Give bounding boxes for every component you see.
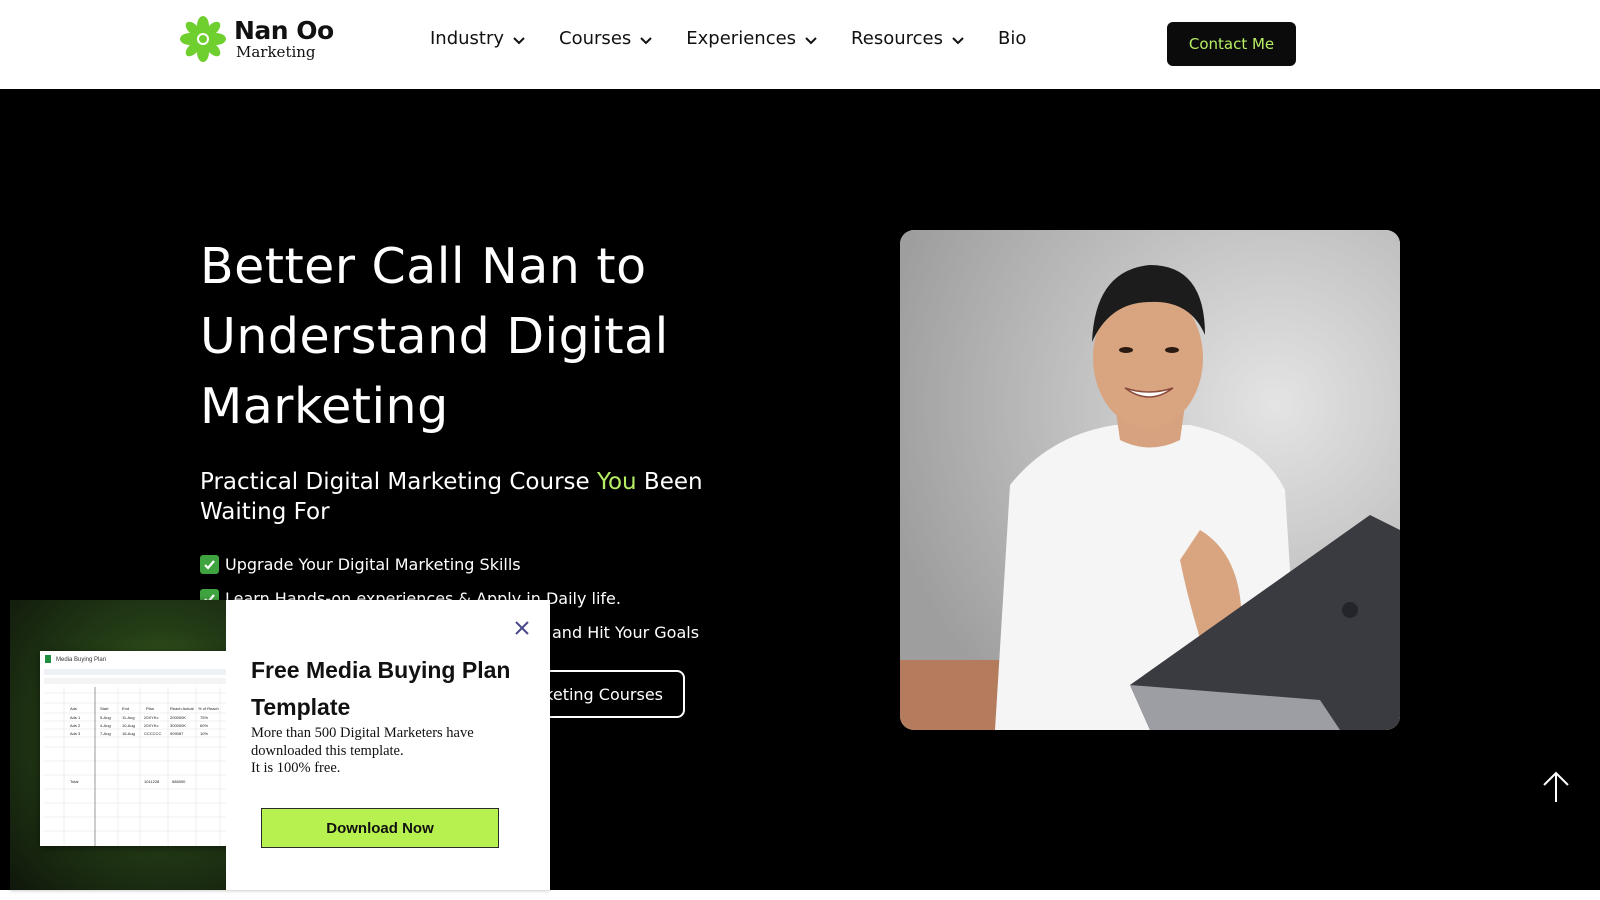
bullet-text: and Hit Your Goals (552, 622, 700, 642)
sheet-title: Media Buying Plan (56, 657, 106, 663)
sheet-header: Reach Actual (170, 706, 194, 711)
hero-subtitle-start: Practical Digital Marketing Course (200, 469, 597, 495)
nav-item-label: Industry (430, 28, 505, 49)
bullet-text: Upgrade Your Digital Marketing Skills (225, 554, 521, 574)
site-logo[interactable]: Nan Oo Marketing (178, 16, 334, 62)
sheet-cell: CCCCCC (144, 731, 161, 736)
site-header: Nan Oo Marketing Industry Courses Experi… (0, 0, 1600, 89)
sheet-cell: 300000K (170, 723, 186, 728)
popup-title: Free Media Buying Plan Template (251, 657, 511, 720)
nav-item-label: Resources (851, 28, 943, 49)
logo-subtitle: Marketing (236, 43, 316, 61)
nav-item-experiences[interactable]: Experiences (686, 28, 817, 49)
sheet-cell: 7-Aug (100, 731, 111, 736)
sheet-cell: 1011228 (144, 779, 160, 784)
sheet-header: End (122, 706, 129, 711)
download-now-button[interactable]: Download Now (261, 808, 499, 848)
nav-item-bio[interactable]: Bio (998, 28, 1026, 49)
sheet-cell: Ads 2 (70, 723, 81, 728)
contact-me-button[interactable]: Contact Me (1167, 22, 1296, 66)
sheet-cell: 20XYKc (144, 723, 158, 728)
chevron-down-icon (805, 36, 817, 44)
sheet-header: Start (100, 706, 109, 711)
spreadsheet-preview: Media Buying Plan Ads Start End Plan Rea… (40, 651, 226, 846)
nav-item-industry[interactable]: Industry (430, 28, 525, 49)
chevron-down-icon (513, 36, 525, 44)
nav-item-courses[interactable]: Courses (559, 28, 652, 49)
popup-body-line: More than 500 Digital Marketers have dow… (251, 725, 474, 759)
sheet-cell: 11-Aug (122, 715, 135, 720)
sheet-cell: 20XYKc (144, 715, 158, 720)
portrait-illustration (900, 230, 1400, 730)
checkmark-icon (200, 554, 219, 574)
sheet-cell: 5-Aug (100, 715, 111, 720)
leaf-flower-icon (180, 16, 226, 62)
list-item: Upgrade Your Digital Marketing Skills (200, 547, 699, 581)
sheet-header: Plan (146, 706, 154, 711)
hero-subtitle-accent: You (596, 469, 637, 495)
sheet-cell: Ads 1 (70, 715, 81, 720)
portrait-photo (900, 230, 1400, 730)
nav-item-label: Experiences (686, 28, 797, 49)
sheet-cell: 200000K (170, 715, 186, 720)
template-preview-image: Media Buying Plan Ads Start End Plan Rea… (10, 600, 226, 890)
hero-subtitle: Practical Digital Marketing Course You B… (200, 467, 780, 527)
arrow-up-icon[interactable] (1541, 770, 1571, 804)
chevron-down-icon (952, 36, 964, 44)
nav-item-label: Bio (997, 28, 1027, 49)
popup-body: More than 500 Digital Marketers have dow… (251, 725, 531, 778)
nav-item-label: Courses (559, 28, 632, 49)
sheet-cell: 586590 (172, 779, 186, 784)
popup-body-line: It is 100% free. (251, 760, 341, 776)
sheet-cell: 10-Aug (122, 723, 135, 728)
sheet-cell: Ads 3 (70, 731, 81, 736)
nav-item-resources[interactable]: Resources (851, 28, 964, 49)
sheet-cell: 75% (200, 715, 208, 720)
sheet-cell: 60% (200, 723, 208, 728)
sheet-total-label: Total (70, 779, 79, 784)
sheet-header: % of Reach (198, 706, 219, 711)
download-popup: Media Buying Plan Ads Start End Plan Rea… (10, 600, 550, 890)
sheet-cell: 4-Aug (100, 723, 111, 728)
sheet-cell: 909087 (170, 731, 184, 736)
spreadsheet-illustration: Media Buying Plan Ads Start End Plan Rea… (40, 651, 226, 846)
close-icon[interactable] (512, 618, 532, 638)
chevron-down-icon (640, 36, 652, 44)
hero-title: Better Call Nan to Understand Digital Ma… (200, 238, 669, 435)
sheet-cell: 10% (200, 731, 208, 736)
sheet-header: Ads (70, 706, 77, 711)
logo-name: Nan Oo (234, 16, 334, 45)
main-nav: Industry Courses Experiences Resources B… (430, 28, 1060, 49)
sheet-cell: 16-Aug (122, 731, 135, 736)
